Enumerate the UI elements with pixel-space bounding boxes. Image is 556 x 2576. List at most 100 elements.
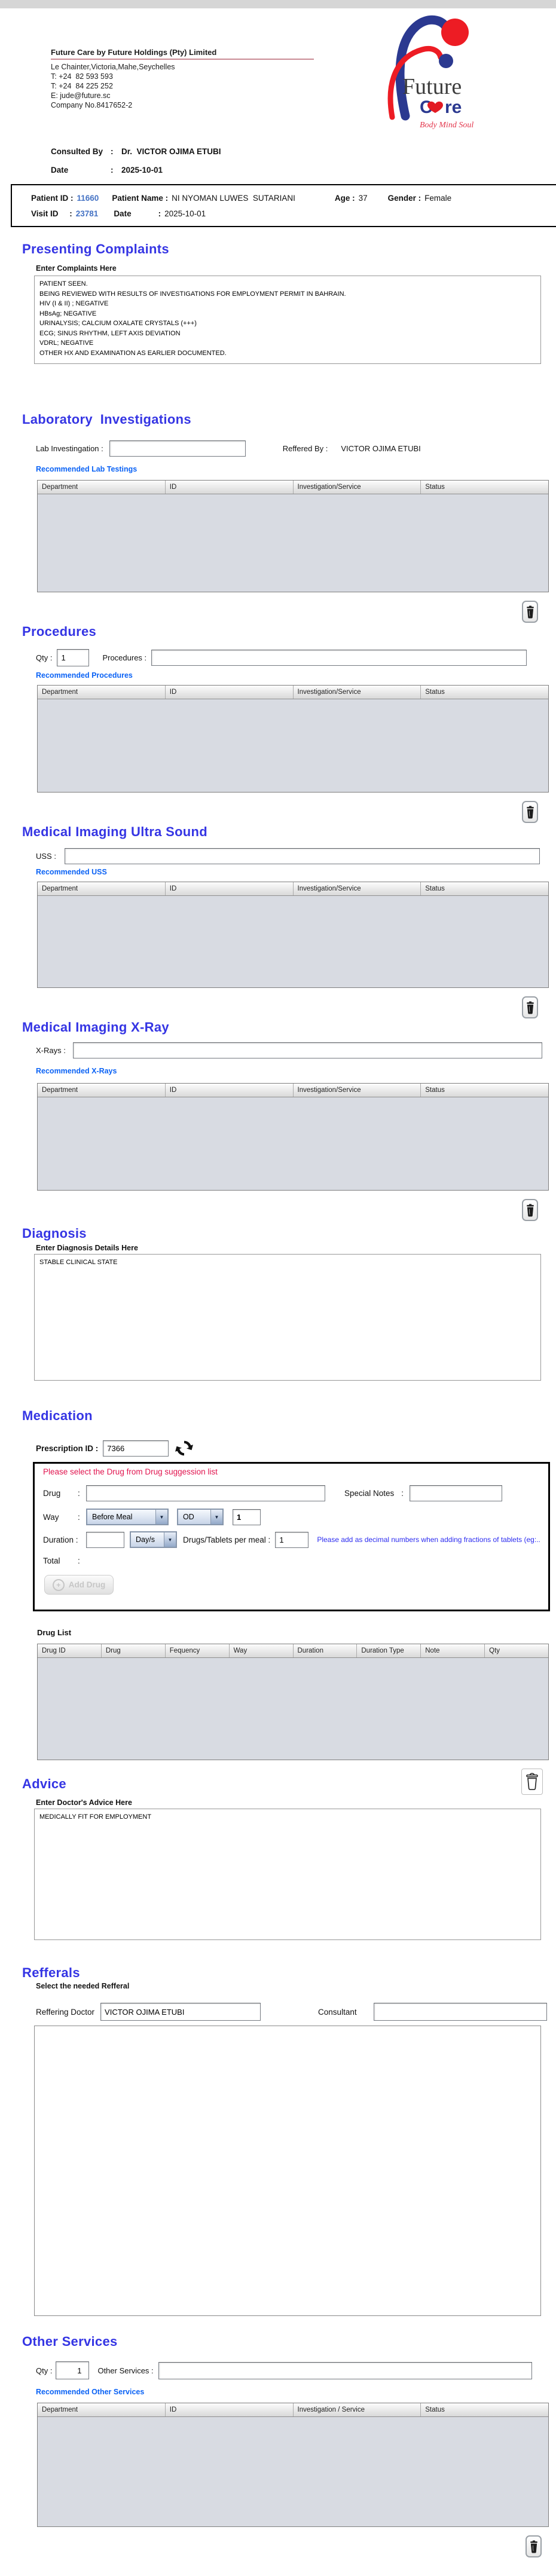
delete-uss-button[interactable] xyxy=(522,996,538,1018)
col-status: Status xyxy=(425,885,445,892)
trash-outline-icon xyxy=(526,1773,538,1791)
company-address: Le Chainter,Victoria,Mahe,Seychelles xyxy=(51,63,175,71)
col-status: Status xyxy=(425,484,445,491)
medication-title: Medication xyxy=(22,1408,93,1423)
frequency-qty-input[interactable] xyxy=(233,1509,261,1525)
duration-input[interactable] xyxy=(86,1531,124,1548)
other-services-table: Department ID Investigation / Service St… xyxy=(37,2403,549,2527)
lab-table-body xyxy=(38,494,548,592)
laboratory-title: Laboratory Investigations xyxy=(22,412,191,427)
drug-label: Drug xyxy=(43,1489,61,1498)
duration-unit-select[interactable]: Day/s ▼ xyxy=(130,1531,177,1548)
consulted-by-label: Consulted By xyxy=(51,147,103,156)
svg-text:re: re xyxy=(445,97,462,117)
drug-input[interactable] xyxy=(86,1485,325,1501)
xray-table: Department ID Investigation/Service Stat… xyxy=(37,1083,549,1191)
diagnosis-sublabel: Enter Diagnosis Details Here xyxy=(36,1244,138,1252)
prescription-id-label: Prescription ID : xyxy=(36,1443,99,1453)
recommended-other-label: Recommended Other Services xyxy=(36,2388,145,2396)
other-qty-input[interactable] xyxy=(56,2361,90,2379)
col-drug-id: Drug ID xyxy=(38,1644,102,1657)
delete-lab-button[interactable] xyxy=(522,601,538,623)
advice-section: Advice Enter Doctor's Advice Here MEDICA… xyxy=(0,1769,556,1940)
col-department: Department xyxy=(38,686,166,699)
prescription-id-input[interactable] xyxy=(103,1440,169,1457)
consultant-input[interactable] xyxy=(373,2003,547,2021)
procedures-qty-input[interactable] xyxy=(57,649,90,666)
other-services-table-body xyxy=(38,2417,548,2526)
recommended-procedures-label: Recommended Procedures xyxy=(36,671,133,680)
col-status: Status xyxy=(425,689,445,696)
gender-value: Female xyxy=(424,193,452,203)
company-phone-2: T: +24 84 225 252 xyxy=(51,82,113,90)
company-number: Company No.8417652-2 xyxy=(51,101,133,109)
col-id: ID xyxy=(166,481,294,494)
col-department: Department xyxy=(38,481,166,494)
consulted-by-value: Dr. VICTOR OJIMA ETUBI xyxy=(121,147,221,156)
drug-list-label: Drug List xyxy=(37,1628,72,1637)
xrays-input[interactable] xyxy=(72,1042,542,1058)
add-drug-label: Add Drug xyxy=(68,1580,106,1589)
xray-section: Medical Imaging X-Ray X-Rays : Recommend… xyxy=(0,1020,556,1222)
delete-other-service-button[interactable] xyxy=(526,2535,542,2557)
lab-table-header: Department ID Investigation/Service Stat… xyxy=(38,481,548,494)
duration-label: Duration : xyxy=(43,1535,78,1544)
presenting-complaints-title: Presenting Complaints xyxy=(22,241,169,256)
uss-table-body xyxy=(38,896,548,987)
diagnosis-textarea[interactable]: STABLE CLINICAL STATE xyxy=(34,1254,541,1381)
col-status: Status xyxy=(425,1087,445,1094)
procedures-title: Procedures xyxy=(22,624,97,639)
patient-name-value: NI NYOMAN LUWES SUTARIANI xyxy=(172,193,295,203)
patient-name-label: Patient Name : xyxy=(112,193,169,203)
col-duration: Duration xyxy=(294,1644,358,1657)
uss-label: USS : xyxy=(36,852,56,861)
per-meal-input[interactable] xyxy=(275,1531,309,1548)
add-drug-button[interactable]: + Add Drug xyxy=(44,1575,114,1595)
xray-table-header: Department ID Investigation/Service Stat… xyxy=(38,1084,548,1097)
meal-timing-select[interactable]: Before Meal ▼ xyxy=(86,1509,169,1525)
consultant-label: Consultant xyxy=(318,2007,357,2017)
procedures-input[interactable] xyxy=(151,650,527,666)
advice-sublabel: Enter Doctor's Advice Here xyxy=(36,1798,132,1807)
refresh-icon xyxy=(175,1440,194,1456)
procedures-input-label: Procedures : xyxy=(102,653,147,662)
col-department: Department xyxy=(38,882,166,895)
recommended-uss-label: Recommended USS xyxy=(36,868,107,876)
presenting-complaints-section: Presenting Complaints Enter Complaints H… xyxy=(0,241,556,364)
advice-textarea[interactable]: MEDICALLY FIT FOR EMPLOYMENT xyxy=(34,1809,541,1940)
referring-doctor-label: Reffering Doctor xyxy=(36,2007,95,2017)
plus-circle-icon: + xyxy=(52,1578,65,1591)
other-services-input[interactable] xyxy=(158,2361,532,2379)
other-services-table-header: Department ID Investigation / Service St… xyxy=(38,2403,548,2417)
drug-warning-text: Please select the Drug from Drug suggess… xyxy=(43,1467,218,1476)
delete-drug-button[interactable] xyxy=(521,1769,543,1795)
delete-procedure-button[interactable] xyxy=(522,801,538,823)
refresh-prescription-button[interactable] xyxy=(175,1439,194,1457)
special-notes-label: Special Notes xyxy=(344,1489,395,1498)
ultrasound-section: Medical Imaging Ultra Sound USS : Recomm… xyxy=(0,824,556,1020)
drug-list-header: Drug ID Drug Fequency Way Duration Durat… xyxy=(38,1644,548,1658)
trash-icon xyxy=(526,805,534,819)
lab-investigation-input[interactable] xyxy=(109,440,246,457)
svg-text:Body Mind Soul: Body Mind Soul xyxy=(420,121,473,130)
special-notes-input[interactable] xyxy=(410,1485,503,1501)
company-phone-1: T: +24 82 593 593 xyxy=(51,72,113,81)
complaints-textarea[interactable]: PATIENT SEEN. BEING REVIEWED WITH RESULT… xyxy=(34,276,541,364)
procedures-table-body xyxy=(38,699,548,792)
uss-input[interactable] xyxy=(64,848,540,864)
referrals-section: Refferals Select the needed Refferal Ref… xyxy=(0,1965,556,2316)
frequency-select[interactable]: OD ▼ xyxy=(177,1509,224,1525)
advice-title: Advice xyxy=(22,1776,66,1791)
col-note: Note xyxy=(421,1644,485,1657)
referring-doctor-input[interactable] xyxy=(100,2003,261,2021)
future-care-logo: Future C re Body Mind Soul xyxy=(387,15,473,130)
other-qty-label: Qty : xyxy=(36,2366,53,2375)
delete-xray-button[interactable] xyxy=(522,1199,538,1221)
col-id: ID xyxy=(166,882,294,895)
xray-title: Medical Imaging X-Ray xyxy=(22,1020,169,1035)
trash-icon xyxy=(526,1203,534,1217)
referred-by-value: VICTOR OJIMA ETUBI xyxy=(341,444,421,453)
total-label: Total xyxy=(43,1556,60,1565)
company-info: Future Care by Future Holdings (Pty) Lim… xyxy=(51,48,314,110)
col-investigation: Investigation/Service xyxy=(294,686,421,699)
